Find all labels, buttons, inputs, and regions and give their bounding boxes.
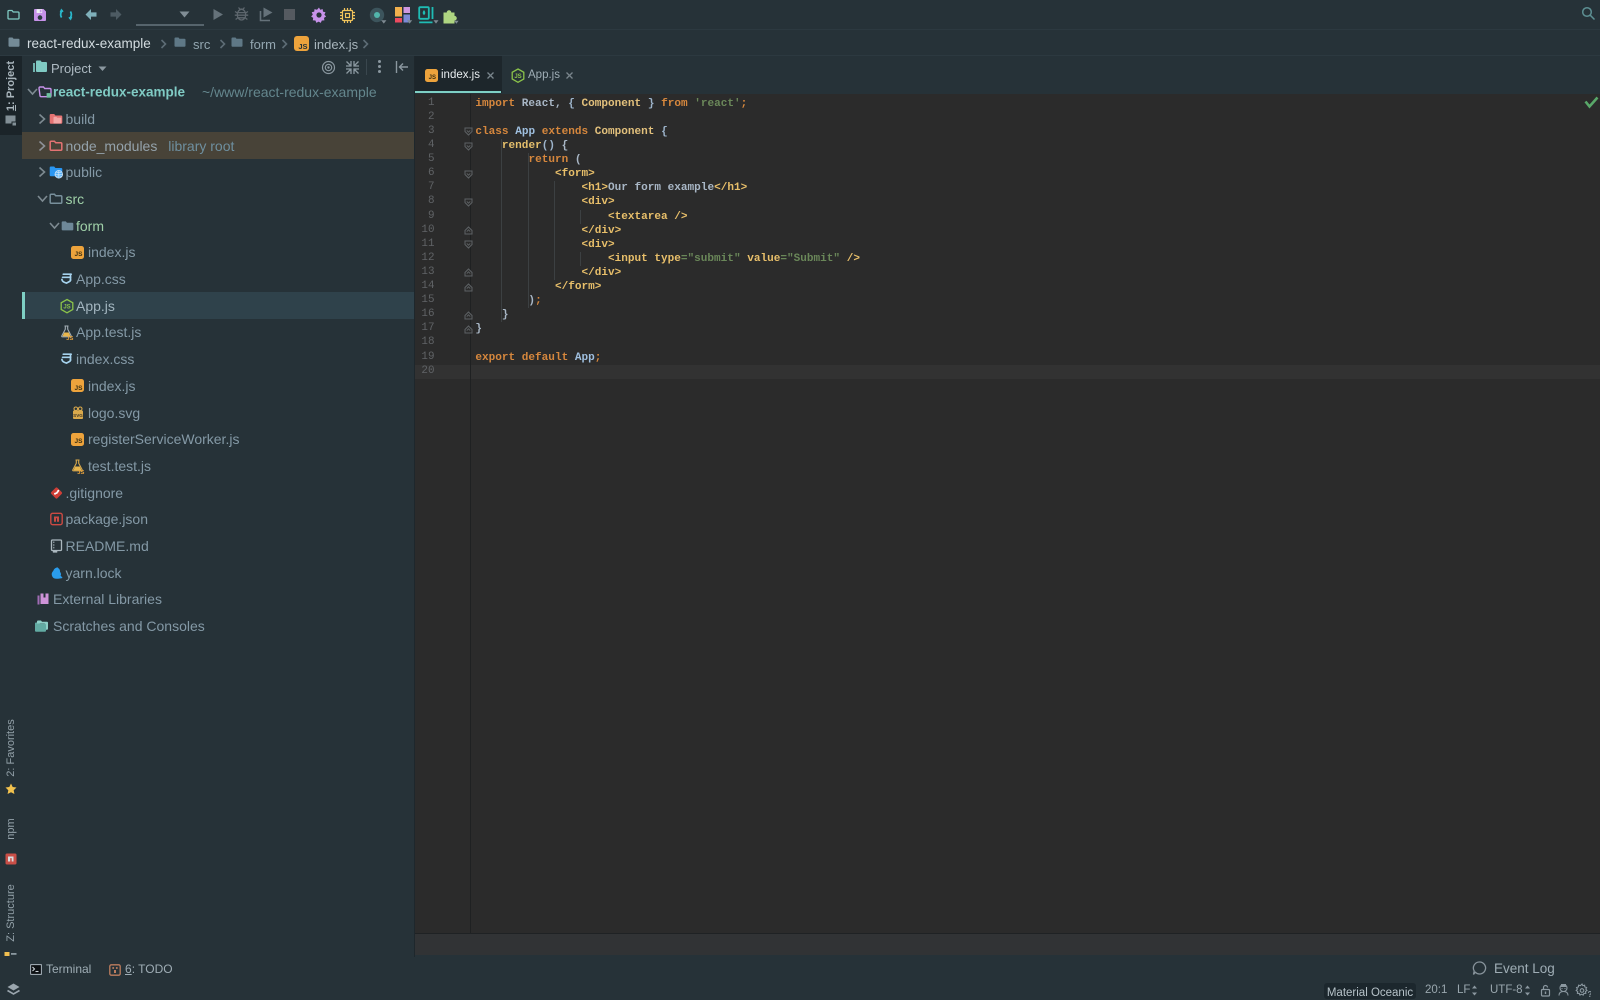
svg-text:SVG: SVG bbox=[73, 413, 83, 418]
svg-text:JS: JS bbox=[514, 74, 521, 80]
svg-text:JS: JS bbox=[66, 336, 73, 341]
svg-text:JS: JS bbox=[63, 304, 70, 310]
svg-text:JS: JS bbox=[77, 470, 84, 475]
svg-text:?: ? bbox=[1588, 990, 1592, 998]
